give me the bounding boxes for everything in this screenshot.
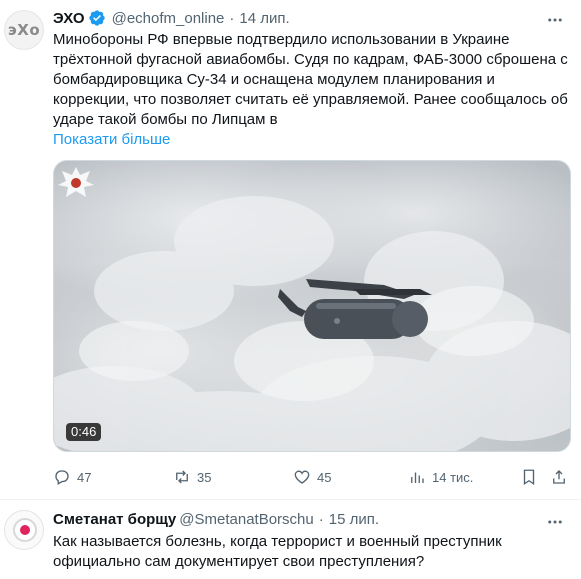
share-icon bbox=[553, 470, 565, 484]
like-button[interactable]: 45 bbox=[293, 466, 331, 488]
show-more-link[interactable]: Показати більше bbox=[53, 131, 170, 148]
reply-button[interactable]: 47 bbox=[53, 466, 91, 488]
heart-icon bbox=[294, 470, 310, 484]
tweet-text-line: бомбардировщика Су-34 и оснащена модулем… bbox=[53, 71, 495, 88]
author-handle[interactable]: @SmetanatBorschu bbox=[179, 511, 313, 528]
repost-count: 35 bbox=[197, 469, 212, 485]
repost-icon bbox=[176, 470, 188, 484]
share-button[interactable] bbox=[550, 466, 568, 488]
like-count: 45 bbox=[317, 469, 332, 485]
author-name[interactable]: Сметанат борщу bbox=[53, 511, 176, 528]
tweet-header: ЭХО @echofm_online · 14 лип. bbox=[53, 9, 290, 27]
header-separator: · bbox=[318, 511, 324, 528]
tweet-text: Как называется болезнь, когда террорист … bbox=[53, 532, 573, 572]
more-horizontal-icon bbox=[548, 520, 562, 524]
views-chart-icon bbox=[411, 472, 424, 483]
bookmark-icon bbox=[523, 469, 535, 486]
header-separator: · bbox=[229, 9, 235, 27]
views-count: 14 тис. bbox=[432, 469, 474, 485]
tweet-text: Минобороны РФ впервые подтвердило исполь… bbox=[53, 30, 573, 130]
tweet-date[interactable]: 14 лип. bbox=[239, 10, 289, 27]
tweet-text-line: Как называется болезнь, когда террорист … bbox=[53, 533, 502, 550]
tweet-text-line: ударе такой бомбы по Липцам в bbox=[53, 111, 278, 128]
tweet-header: Сметанат борщу @SmetanatBorschu · 15 лип… bbox=[53, 511, 379, 528]
tweet-text-line: официально сам документирует свои престу… bbox=[53, 553, 425, 570]
avatar-smetanat[interactable] bbox=[4, 510, 44, 550]
tweet-text-line: коррекции, что позволяет считать её упра… bbox=[53, 91, 568, 108]
video-duration: 0:46 bbox=[66, 423, 102, 441]
reply-icon bbox=[55, 470, 69, 485]
tweet-text-line: трёхтонной фугасной авиабомбы. Судя по к… bbox=[53, 51, 568, 68]
more-options-button[interactable] bbox=[545, 10, 565, 30]
tweet-text-line: Минобороны РФ впервые подтвердило исполь… bbox=[53, 31, 510, 48]
author-handle[interactable]: @echofm_online bbox=[112, 10, 225, 27]
views-button[interactable]: 14 тис. bbox=[408, 466, 473, 488]
bookmark-button[interactable] bbox=[520, 466, 538, 488]
video-player[interactable]: 0:46 bbox=[53, 160, 571, 452]
avatar-echo[interactable]: эХо bbox=[4, 10, 44, 50]
eagle-emblem-icon bbox=[58, 167, 94, 197]
author-name[interactable]: ЭХО bbox=[53, 10, 85, 27]
more-horizontal-icon bbox=[548, 18, 562, 22]
tweet-actions: 47 35 45 14 тис. bbox=[53, 466, 571, 488]
reply-count: 47 bbox=[77, 469, 92, 485]
video-frame-aircraft bbox=[54, 196, 570, 451]
avatar-dot bbox=[20, 525, 30, 535]
tweet-date[interactable]: 15 лип. bbox=[329, 511, 379, 528]
repost-button[interactable]: 35 bbox=[173, 466, 211, 488]
verified-badge-icon bbox=[88, 10, 105, 26]
more-options-button[interactable] bbox=[545, 512, 565, 532]
